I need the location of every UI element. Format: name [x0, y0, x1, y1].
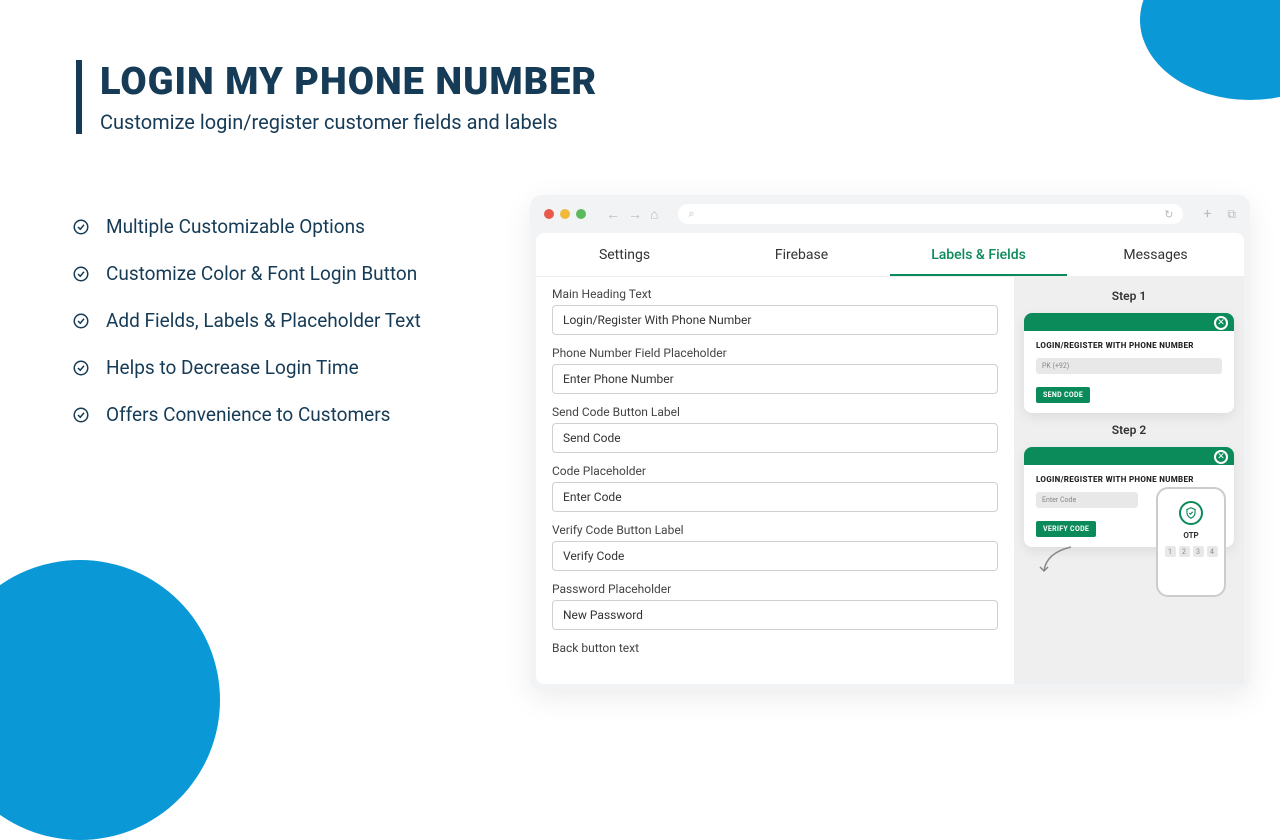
card-title: LOGIN/REGISTER WITH PHONE NUMBER: [1036, 475, 1222, 484]
phone-mockup: OTP 1 2 3 4: [1156, 487, 1226, 597]
verify-code-button[interactable]: VERIFY CODE: [1036, 521, 1096, 537]
page-subtitle: Customize login/register customer fields…: [100, 110, 597, 134]
main-heading-input[interactable]: [552, 305, 998, 335]
feature-item: Offers Convenience to Customers: [72, 403, 421, 426]
app-window: Settings Firebase Labels & Fields Messag…: [536, 233, 1244, 684]
phone-field-preview[interactable]: PK (+92): [1036, 358, 1222, 374]
page-title: LOGIN MY PHONE NUMBER: [100, 60, 597, 104]
check-icon: [72, 359, 90, 377]
decoration-blob-top-right: [1140, 0, 1280, 100]
otp-digit[interactable]: 2: [1179, 546, 1190, 557]
card-title: LOGIN/REGISTER WITH PHONE NUMBER: [1036, 341, 1222, 350]
preview-panel: Step 1 ✕ LOGIN/REGISTER WITH PHONE NUMBE…: [1014, 277, 1244, 684]
field-label: Phone Number Field Placeholder: [552, 346, 998, 360]
maximize-dot-icon[interactable]: [576, 209, 586, 219]
field-label: Code Placeholder: [552, 464, 998, 478]
password-placeholder-input[interactable]: [552, 600, 998, 630]
home-icon[interactable]: ⌂: [650, 206, 658, 223]
search-icon: ⌕: [688, 207, 694, 221]
field-label: Verify Code Button Label: [552, 523, 998, 537]
form-group: Code Placeholder: [552, 464, 998, 512]
feature-item: Add Fields, Labels & Placeholder Text: [72, 309, 421, 332]
verify-code-label-input[interactable]: [552, 541, 998, 571]
address-bar[interactable]: ⌕ ↻: [678, 204, 1183, 224]
nav-arrows: ← → ⌂: [606, 206, 658, 223]
send-code-label-input[interactable]: [552, 423, 998, 453]
check-icon: [72, 265, 90, 283]
check-icon: [72, 406, 90, 424]
field-label: Back button text: [552, 641, 998, 655]
tab-settings[interactable]: Settings: [536, 233, 713, 276]
app-body: Main Heading Text Phone Number Field Pla…: [536, 277, 1244, 684]
otp-label: OTP: [1183, 531, 1198, 540]
feature-item: Multiple Customizable Options: [72, 215, 421, 238]
phone-placeholder-input[interactable]: [552, 364, 998, 394]
arrow-curve-icon: [1036, 545, 1076, 575]
close-icon[interactable]: ✕: [1214, 316, 1228, 330]
otp-boxes: 1 2 3 4: [1165, 546, 1218, 557]
card-header: ✕: [1024, 447, 1234, 465]
add-tab-icon[interactable]: +: [1203, 206, 1211, 222]
back-arrow-icon[interactable]: ←: [606, 206, 620, 223]
window-controls: [544, 209, 586, 219]
form-group: Main Heading Text: [552, 287, 998, 335]
feature-text: Helps to Decrease Login Time: [106, 356, 359, 379]
code-placeholder-input[interactable]: [552, 482, 998, 512]
refresh-icon[interactable]: ↻: [1164, 208, 1173, 221]
card-body: LOGIN/REGISTER WITH PHONE NUMBER PK (+92…: [1024, 331, 1234, 413]
form-group: Password Placeholder: [552, 582, 998, 630]
feature-text: Add Fields, Labels & Placeholder Text: [106, 309, 421, 332]
copy-icon[interactable]: ⧉: [1227, 207, 1236, 222]
tab-messages[interactable]: Messages: [1067, 233, 1244, 276]
tab-firebase[interactable]: Firebase: [713, 233, 890, 276]
browser-mockup: ← → ⌂ ⌕ ↻ + ⧉ Settings Firebase Labels &…: [530, 195, 1250, 690]
minimize-dot-icon[interactable]: [560, 209, 570, 219]
tab-bar: Settings Firebase Labels & Fields Messag…: [536, 233, 1244, 277]
feature-list: Multiple Customizable Options Customize …: [72, 215, 421, 426]
otp-digit[interactable]: 1: [1165, 546, 1176, 557]
feature-text: Customize Color & Font Login Button: [106, 262, 417, 285]
field-label: Password Placeholder: [552, 582, 998, 596]
feature-text: Multiple Customizable Options: [106, 215, 365, 238]
forward-arrow-icon[interactable]: →: [628, 206, 642, 223]
otp-digit[interactable]: 4: [1207, 546, 1218, 557]
form-group: Send Code Button Label: [552, 405, 998, 453]
send-code-button[interactable]: SEND CODE: [1036, 387, 1090, 403]
step1-label: Step 1: [1024, 289, 1234, 303]
title-block: LOGIN MY PHONE NUMBER Customize login/re…: [76, 60, 597, 134]
form-group: Back button text: [552, 641, 998, 655]
check-icon: [72, 218, 90, 236]
card-header: ✕: [1024, 313, 1234, 331]
step2-wrap: ✕ LOGIN/REGISTER WITH PHONE NUMBER Enter…: [1024, 447, 1234, 597]
close-dot-icon[interactable]: [544, 209, 554, 219]
tab-labels-fields[interactable]: Labels & Fields: [890, 233, 1067, 276]
feature-item: Helps to Decrease Login Time: [72, 356, 421, 379]
close-icon[interactable]: ✕: [1214, 450, 1228, 464]
browser-chrome: ← → ⌂ ⌕ ↻ + ⧉: [530, 195, 1250, 233]
field-label: Main Heading Text: [552, 287, 998, 301]
form-group: Phone Number Field Placeholder: [552, 346, 998, 394]
form-group: Verify Code Button Label: [552, 523, 998, 571]
feature-text: Offers Convenience to Customers: [106, 403, 390, 426]
shield-icon: [1179, 501, 1203, 525]
step2-label: Step 2: [1024, 423, 1234, 437]
decoration-blob-bottom-left: [0, 560, 220, 840]
otp-digit[interactable]: 3: [1193, 546, 1204, 557]
check-icon: [72, 312, 90, 330]
code-field-preview[interactable]: Enter Code: [1036, 492, 1138, 508]
preview-card-step1: ✕ LOGIN/REGISTER WITH PHONE NUMBER PK (+…: [1024, 313, 1234, 413]
feature-item: Customize Color & Font Login Button: [72, 262, 421, 285]
field-label: Send Code Button Label: [552, 405, 998, 419]
form-panel: Main Heading Text Phone Number Field Pla…: [536, 277, 1014, 684]
